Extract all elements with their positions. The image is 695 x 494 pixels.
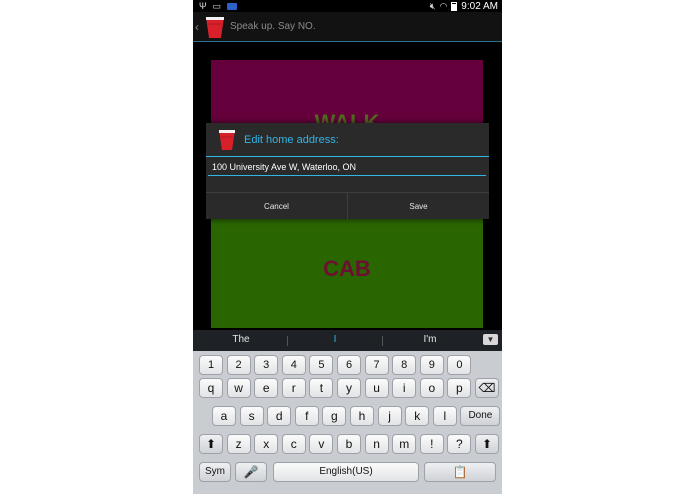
dialog-header: Edit home address: [206, 123, 489, 156]
dialog-divider [206, 156, 489, 157]
save-button[interactable]: Save [348, 193, 489, 219]
key-1[interactable]: 1 [199, 355, 223, 375]
status-bar: Ψ ▭ 🔇︎ ◠ 9:02 AM [193, 0, 502, 12]
key-f[interactable]: f [294, 406, 319, 426]
key-u[interactable]: u [364, 378, 389, 398]
mic-key[interactable]: 🎤 [235, 462, 267, 482]
wifi-icon: ◠ [439, 1, 448, 11]
cab-button[interactable]: CAB [211, 218, 483, 328]
key-3[interactable]: 3 [254, 355, 279, 375]
key-g[interactable]: g [322, 406, 347, 426]
status-time: 9:02 AM [461, 0, 498, 12]
dialog-title: Edit home address: [244, 134, 339, 146]
done-key[interactable]: Done [460, 406, 501, 426]
key-7[interactable]: 7 [364, 355, 389, 375]
key-2[interactable]: 2 [226, 355, 251, 375]
key-y[interactable]: y [337, 378, 361, 398]
key-v[interactable]: v [309, 434, 334, 454]
key-t[interactable]: t [309, 378, 334, 398]
key-s[interactable]: s [239, 406, 264, 426]
key-![interactable]: ! [419, 434, 444, 454]
backspace-key[interactable]: ⌫ [475, 378, 499, 398]
soft-keyboard: The I I'm ▼ 1 2 3 4 5 6 7 8 9 0 q w e r t y u i o p ⌫ a s d f g h j… [193, 330, 502, 494]
key-b[interactable]: b [337, 434, 361, 454]
key-m[interactable]: m [392, 434, 417, 454]
app-title: Speak up. Say NO. [230, 21, 316, 32]
key-0[interactable]: 0 [447, 355, 472, 375]
space-key[interactable]: English(US) [273, 462, 419, 482]
key-d[interactable]: d [267, 406, 292, 426]
suggestion-item[interactable]: The [201, 334, 281, 345]
key-9[interactable]: 9 [419, 355, 444, 375]
key-w[interactable]: w [226, 378, 251, 398]
cancel-button[interactable]: Cancel [206, 193, 347, 219]
shift-key-right[interactable]: ⬆ [475, 434, 499, 454]
suggestion-item[interactable]: I'm [390, 334, 470, 345]
notification-icon [227, 2, 238, 10]
clipboard-key[interactable]: 📋 [424, 462, 496, 482]
usb-icon: Ψ [199, 1, 207, 11]
key-4[interactable]: 4 [281, 355, 306, 375]
mute-icon: 🔇︎ [429, 1, 436, 11]
key-j[interactable]: j [377, 406, 402, 426]
key-8[interactable]: 8 [392, 355, 417, 375]
key-6[interactable]: 6 [337, 355, 361, 375]
key-o[interactable]: o [419, 378, 444, 398]
cab-label: CAB [323, 256, 371, 281]
sym-key[interactable]: Sym [199, 462, 231, 482]
shift-key-left[interactable]: ⬆ [199, 434, 223, 454]
battery-icon [451, 1, 458, 11]
red-cup-icon[interactable] [205, 15, 225, 39]
key-x[interactable]: x [254, 434, 279, 454]
red-cup-icon [218, 128, 236, 151]
key-h[interactable]: h [350, 406, 374, 426]
key-n[interactable]: n [364, 434, 389, 454]
key-c[interactable]: c [281, 434, 306, 454]
suggestion-item[interactable]: I [295, 334, 375, 345]
chevron-down-icon[interactable]: ▼ [483, 334, 498, 345]
key-l[interactable]: l [432, 406, 457, 426]
edit-address-dialog: Edit home address: Cancel Save [206, 123, 489, 220]
key-5[interactable]: 5 [309, 355, 334, 375]
dialog-button-bar: Cancel Save [206, 192, 489, 220]
key-k[interactable]: k [405, 406, 430, 426]
key-a[interactable]: a [212, 406, 236, 426]
suggestion-bar: The I I'm ▼ [193, 330, 502, 351]
action-bar: ‹ Speak up. Say NO. [193, 12, 502, 42]
keyboard-icon: ▭ [212, 1, 222, 11]
key-q[interactable]: q [199, 378, 223, 398]
home-address-input[interactable] [208, 159, 486, 176]
key-i[interactable]: i [392, 378, 417, 398]
key-r[interactable]: r [281, 378, 306, 398]
key-?[interactable]: ? [447, 434, 472, 454]
device-screen: Ψ ▭ 🔇︎ ◠ 9:02 AM ‹ Speak up. Say NO. WAL… [193, 0, 502, 494]
key-p[interactable]: p [447, 378, 472, 398]
suggestion-divider [382, 336, 383, 346]
suggestion-divider [287, 336, 288, 346]
key-z[interactable]: z [226, 434, 251, 454]
key-e[interactable]: e [254, 378, 279, 398]
back-chevron-icon[interactable]: ‹ [195, 20, 199, 34]
